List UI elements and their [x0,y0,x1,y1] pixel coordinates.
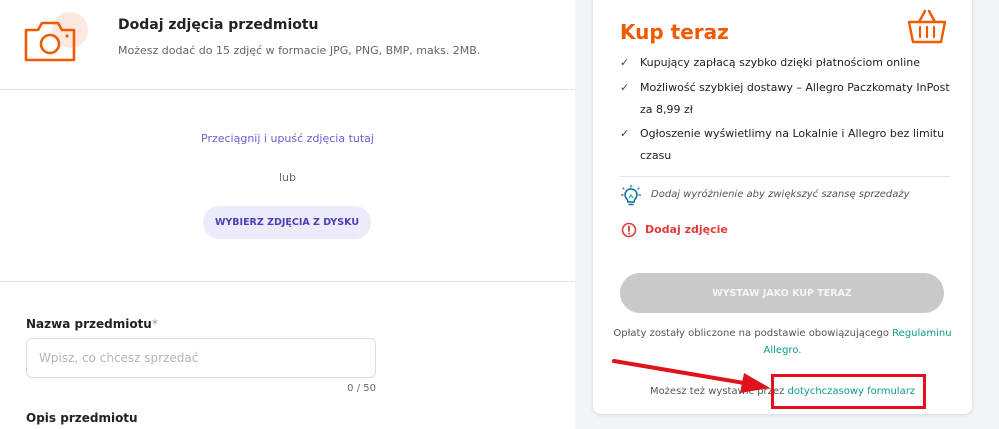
fees-note-text: Opłaty zostały obliczone na podstawie ob… [613,328,889,339]
buy-now-card: Kup teraz ✓ Kupujący zapłacą szybko dzię… [593,0,972,414]
list-buy-now-button[interactable]: WYSTAW JAKO KUP TERAZ [620,273,944,313]
required-mark: * [151,317,158,331]
fees-note: Opłaty zostały obliczone na podstawie ob… [605,325,960,359]
feature-text: Kupujący zapłacą szybko dzięki płatności… [640,56,920,69]
check-icon: ✓ [620,56,630,69]
feature-text: Możliwość szybkiej dostawy – Allegro Pac… [640,81,950,116]
feature-text: Ogłoszenie wyświetlimy na Lokalnie i All… [640,127,945,162]
buy-now-title: Kup teraz [620,20,729,44]
name-char-counter: 0 / 50 [347,383,376,394]
add-photo-error: Dodaj zdjęcie [645,223,728,236]
item-name-label: Nazwa przedmiotu* [26,317,158,331]
left-panel: Dodaj zdjęcia przedmiotu Możesz dodać do… [0,0,575,429]
photo-drop-zone[interactable]: Przeciągnij i upuść zdjęcia tutaj lub WY… [0,90,575,282]
item-description-label: Opis przedmiotu [26,411,138,425]
drop-or-text: lub [278,171,296,184]
camera-icon [22,12,92,72]
drop-instruction: Przeciągnij i upuść zdjęcia tutaj [201,132,374,145]
arrow-annotation [610,355,775,399]
feature-item: ✓ Możliwość szybkiej dostawy – Allegro P… [620,77,950,121]
alert-icon [621,222,637,242]
check-icon: ✓ [620,127,630,140]
highlight-box [771,374,926,409]
pick-photos-button[interactable]: WYBIERZ ZDJĘCIA Z DYSKU [203,206,371,239]
item-name-input[interactable] [26,338,376,378]
divider [620,176,951,177]
feature-item: ✓ Kupujący zapłacą szybko dzięki płatnoś… [620,52,950,74]
photo-section-subtitle: Możesz dodać do 15 zdjęć w formacie JPG,… [118,44,481,57]
promo-tip-text: Dodaj wyróżnienie aby zwiększyć szansę s… [651,189,910,200]
photo-section-header: Dodaj zdjęcia przedmiotu Możesz dodać do… [0,0,575,90]
check-icon: ✓ [620,81,630,94]
lightbulb-icon [620,184,642,211]
item-name-label-text: Nazwa przedmiotu [26,317,152,331]
basket-icon [906,8,948,50]
photo-section-title: Dodaj zdjęcia przedmiotu [118,17,319,33]
feature-item: ✓ Ogłoszenie wyświetlimy na Lokalnie i A… [620,123,950,167]
